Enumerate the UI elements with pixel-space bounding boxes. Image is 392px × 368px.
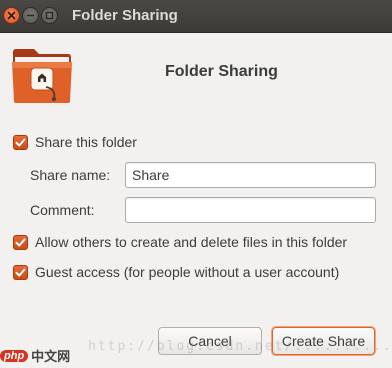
share-folder-row[interactable]: Share this folder	[13, 134, 137, 150]
dialog-heading: Folder Sharing	[165, 63, 278, 80]
share-name-input[interactable]	[125, 162, 376, 188]
checkmark-icon	[15, 268, 26, 276]
folder-sharing-dialog: Folder Sharing Folder Sharing Share this…	[0, 0, 392, 368]
guest-access-row[interactable]: Guest access (for people without a user …	[13, 264, 339, 280]
logo-cn-text: 中文网	[31, 349, 71, 364]
window-title: Folder Sharing	[72, 7, 178, 24]
maximize-icon	[45, 11, 54, 20]
maximize-window-button[interactable]	[41, 7, 58, 24]
checkmark-icon	[15, 238, 26, 246]
checkmark-icon	[15, 138, 26, 146]
shared-folder-icon	[12, 49, 72, 103]
logo-php-text: php	[0, 349, 29, 362]
allow-others-row[interactable]: Allow others to create and delete files …	[13, 234, 347, 250]
site-logo: php 中文网	[0, 346, 70, 365]
minimize-window-button[interactable]	[22, 7, 39, 24]
comment-label: Comment:	[30, 202, 95, 218]
allow-others-checkbox[interactable]	[13, 234, 28, 250]
guest-access-checkbox[interactable]	[13, 264, 28, 280]
share-folder-checkbox[interactable]	[13, 134, 28, 150]
title-bar[interactable]: Folder Sharing	[0, 0, 392, 33]
guest-access-label: Guest access (for people without a user …	[35, 264, 340, 280]
share-folder-label: Share this folder	[35, 134, 137, 150]
close-window-button[interactable]	[3, 7, 20, 24]
allow-others-label: Allow others to create and delete files …	[35, 234, 348, 250]
watermark-text: http://blog.csdn.net/..........	[88, 339, 392, 354]
close-icon	[7, 11, 16, 20]
minimize-icon	[26, 14, 35, 17]
share-name-label: Share name:	[30, 167, 111, 183]
comment-input[interactable]	[125, 197, 376, 223]
